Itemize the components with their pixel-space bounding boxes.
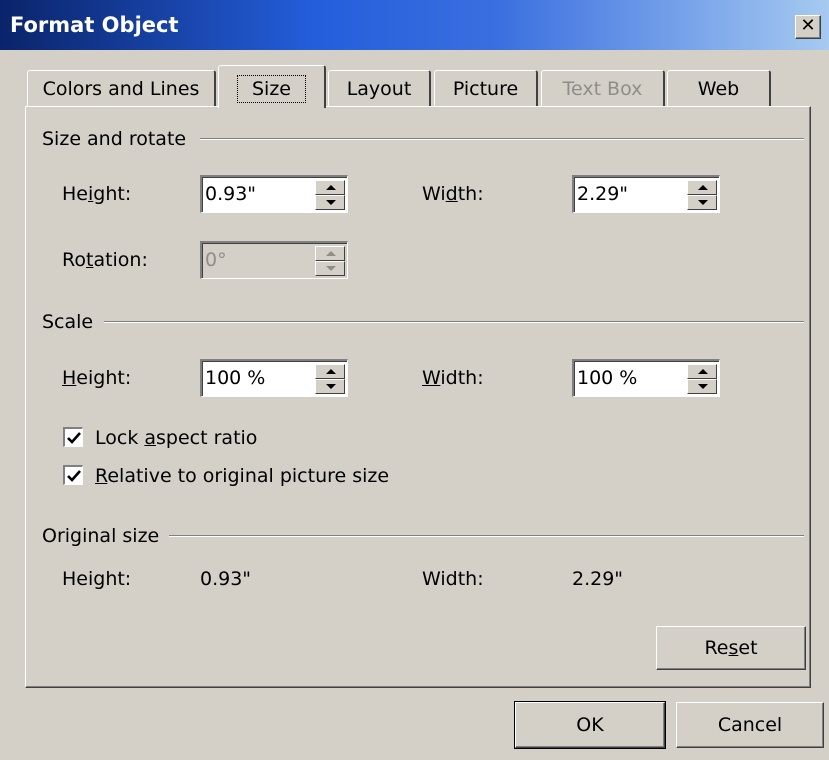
spin-up-button xyxy=(315,246,345,261)
close-icon[interactable]: ✕ xyxy=(800,15,815,36)
group-divider xyxy=(168,535,804,537)
original-height-label: Height: xyxy=(62,568,132,590)
tab-web[interactable]: Web xyxy=(667,70,771,106)
ok-button[interactable]: OK xyxy=(514,701,666,749)
height-label: Height: xyxy=(62,183,132,205)
arrow-down-icon xyxy=(326,384,336,389)
original-width-label: Width: xyxy=(422,568,484,590)
original-height-value: 0.93" xyxy=(200,568,252,590)
scale-heading: Scale xyxy=(42,311,104,333)
spin-down-button[interactable] xyxy=(687,379,717,394)
reset-button[interactable]: Reset xyxy=(656,626,806,670)
lock-aspect-checkbox[interactable] xyxy=(63,427,83,447)
lock-aspect-label[interactable]: Lock aspect ratio xyxy=(95,427,257,449)
group-divider xyxy=(200,138,804,140)
spin-up-button[interactable] xyxy=(687,364,717,379)
width-input[interactable]: 2.29" xyxy=(577,183,628,205)
check-icon xyxy=(67,470,81,482)
spin-up-button[interactable] xyxy=(687,180,717,195)
relative-original-label[interactable]: Relative to original picture size xyxy=(95,465,389,487)
scale-width-label: Width: xyxy=(422,367,484,389)
relative-original-checkbox[interactable] xyxy=(63,465,83,485)
cancel-button[interactable]: Cancel xyxy=(676,702,824,748)
arrow-up-icon xyxy=(698,369,708,374)
original-width-value: 2.29" xyxy=(572,568,624,590)
size-rotate-heading: Size and rotate xyxy=(42,128,197,150)
spin-down-button[interactable] xyxy=(315,195,345,210)
arrow-up-icon xyxy=(326,251,336,256)
rotation-spinner: 0° xyxy=(200,241,348,279)
spin-down-button[interactable] xyxy=(315,379,345,394)
rotation-label: Rotation: xyxy=(62,249,148,271)
close-button[interactable]: ✕ xyxy=(795,15,821,39)
scale-height-input[interactable]: 100 % xyxy=(205,367,265,389)
arrow-down-icon xyxy=(698,384,708,389)
tab-colors-and-lines[interactable]: Colors and Lines xyxy=(27,70,216,106)
original-size-heading: Original size xyxy=(42,525,170,547)
arrow-up-icon xyxy=(698,185,708,190)
scale-width-input[interactable]: 100 % xyxy=(577,367,637,389)
tab-text-box: Text Box xyxy=(541,70,665,106)
arrow-down-icon xyxy=(698,200,708,205)
spin-down-button[interactable] xyxy=(687,195,717,210)
group-divider xyxy=(104,321,804,323)
arrow-down-icon xyxy=(326,266,336,271)
spin-down-button xyxy=(315,261,345,276)
scale-height-spinner[interactable]: 100 % xyxy=(200,359,348,397)
width-label: Width: xyxy=(422,183,484,205)
tab-layout[interactable]: Layout xyxy=(328,70,431,106)
tab-size[interactable]: Size xyxy=(218,65,326,108)
arrow-down-icon xyxy=(326,200,336,205)
height-spinner[interactable]: 0.93" xyxy=(200,175,348,213)
tab-label: Size xyxy=(236,75,306,103)
window-title: Format Object xyxy=(10,13,179,37)
spin-up-button[interactable] xyxy=(315,364,345,379)
width-spinner[interactable]: 2.29" xyxy=(572,175,720,213)
scale-width-spinner[interactable]: 100 % xyxy=(572,359,720,397)
check-icon xyxy=(67,432,81,444)
arrow-up-icon xyxy=(326,185,336,190)
arrow-up-icon xyxy=(326,369,336,374)
height-input[interactable]: 0.93" xyxy=(205,183,256,205)
rotation-input: 0° xyxy=(205,249,227,271)
spin-up-button[interactable] xyxy=(315,180,345,195)
scale-height-label: Height: xyxy=(62,367,132,389)
tab-picture[interactable]: Picture xyxy=(434,70,538,106)
